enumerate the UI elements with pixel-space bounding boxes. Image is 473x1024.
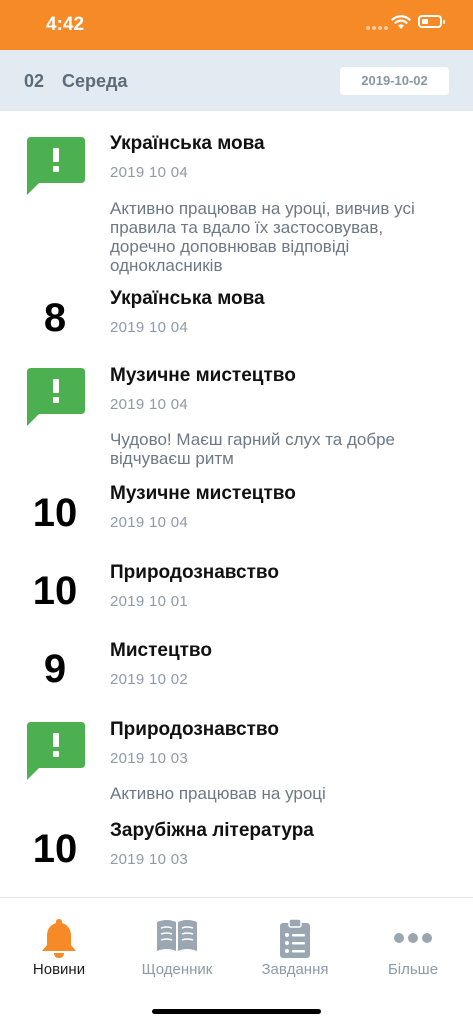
subject-title: Природознавство — [110, 562, 279, 583]
bell-icon — [42, 919, 76, 958]
feed-item-grade[interactable]: 10 Природознавство 2019 10 01 — [0, 552, 473, 630]
subject-title: Зарубіжна література — [110, 820, 314, 841]
item-date: 2019 10 04 — [110, 514, 189, 531]
day-name: Середа — [62, 71, 128, 91]
status-bar: 4:42 — [0, 0, 473, 50]
bottom-tab-bar: Новини Щоденник Завдання Більше — [0, 897, 473, 1024]
exclamation-bubble-icon — [27, 722, 85, 780]
teacher-comment: Чудово! Маєш гарний слух та добре відчув… — [110, 430, 395, 468]
subject-title: Природознавство — [110, 719, 279, 740]
grade-value: 9 — [43, 647, 67, 691]
tab-diary[interactable]: Щоденник — [118, 898, 236, 993]
item-date: 2019 10 03 — [110, 851, 189, 868]
tab-tasks[interactable]: Завдання — [236, 898, 354, 993]
feed-item-grade[interactable]: 10 Музичне мистецтво 2019 10 04 — [0, 472, 473, 552]
feed-item-comment[interactable]: Українська мова 2019 10 04 Активно працю… — [0, 111, 473, 277]
grade-value: 10 — [32, 827, 78, 871]
item-date: 2019 10 04 — [110, 164, 189, 181]
tab-label: Новини — [32, 961, 86, 978]
subject-title: Музичне мистецтво — [110, 365, 296, 386]
item-date: 2019 10 02 — [110, 671, 189, 688]
item-date: 2019 10 04 — [110, 396, 189, 413]
feed-item-grade[interactable]: 10 Зарубіжна література 2019 10 03 — [0, 818, 473, 897]
subject-title: Музичне мистецтво — [110, 483, 296, 504]
feed-item-comment[interactable]: Природознавство 2019 10 03 Активно працю… — [0, 708, 473, 818]
day-number: 02 — [24, 71, 45, 91]
news-feed: Українська мова 2019 10 04 Активно працю… — [0, 111, 473, 897]
exclamation-bubble-icon — [27, 368, 85, 426]
tab-label: Щоденник — [141, 961, 213, 978]
home-indicator — [152, 1009, 321, 1014]
tab-label: Більше — [387, 961, 439, 978]
feed-item-grade[interactable]: 9 Мистецтво 2019 10 02 — [0, 630, 473, 708]
grade-value: 10 — [32, 491, 78, 535]
item-date: 2019 10 01 — [110, 593, 189, 610]
subject-title: Українська мова — [110, 288, 265, 309]
feed-item-grade[interactable]: 8 Українська мова 2019 10 04 — [0, 277, 473, 347]
more-dots-icon — [394, 933, 432, 943]
grade-value: 10 — [32, 569, 78, 613]
grade-value: 8 — [43, 296, 67, 340]
tab-label: Завдання — [261, 961, 329, 978]
teacher-comment: Активно працював на уроці — [110, 784, 326, 803]
status-time: 4:42 — [46, 14, 85, 35]
clipboard-list-icon — [280, 918, 310, 958]
subject-title: Українська мова — [110, 133, 265, 154]
wifi-icon — [391, 15, 411, 29]
teacher-comment: Активно працював на уроці, вивчив усі пр… — [110, 199, 415, 275]
book-icon — [157, 920, 197, 951]
subject-title: Мистецтво — [110, 640, 212, 661]
battery-icon — [418, 15, 445, 28]
tab-more[interactable]: Більше — [354, 898, 472, 993]
exclamation-bubble-icon — [27, 137, 85, 195]
cellular-signal-icon — [366, 26, 388, 30]
item-date: 2019 10 04 — [110, 319, 189, 336]
item-date: 2019 10 03 — [110, 750, 189, 767]
date-header: 02 Середа 2019-10-02 — [0, 50, 473, 111]
date-picker-button[interactable]: 2019-10-02 — [340, 67, 449, 95]
tab-news[interactable]: Новини — [0, 898, 118, 993]
feed-item-comment[interactable]: Музичне мистецтво 2019 10 04 Чудово! Має… — [0, 347, 473, 472]
